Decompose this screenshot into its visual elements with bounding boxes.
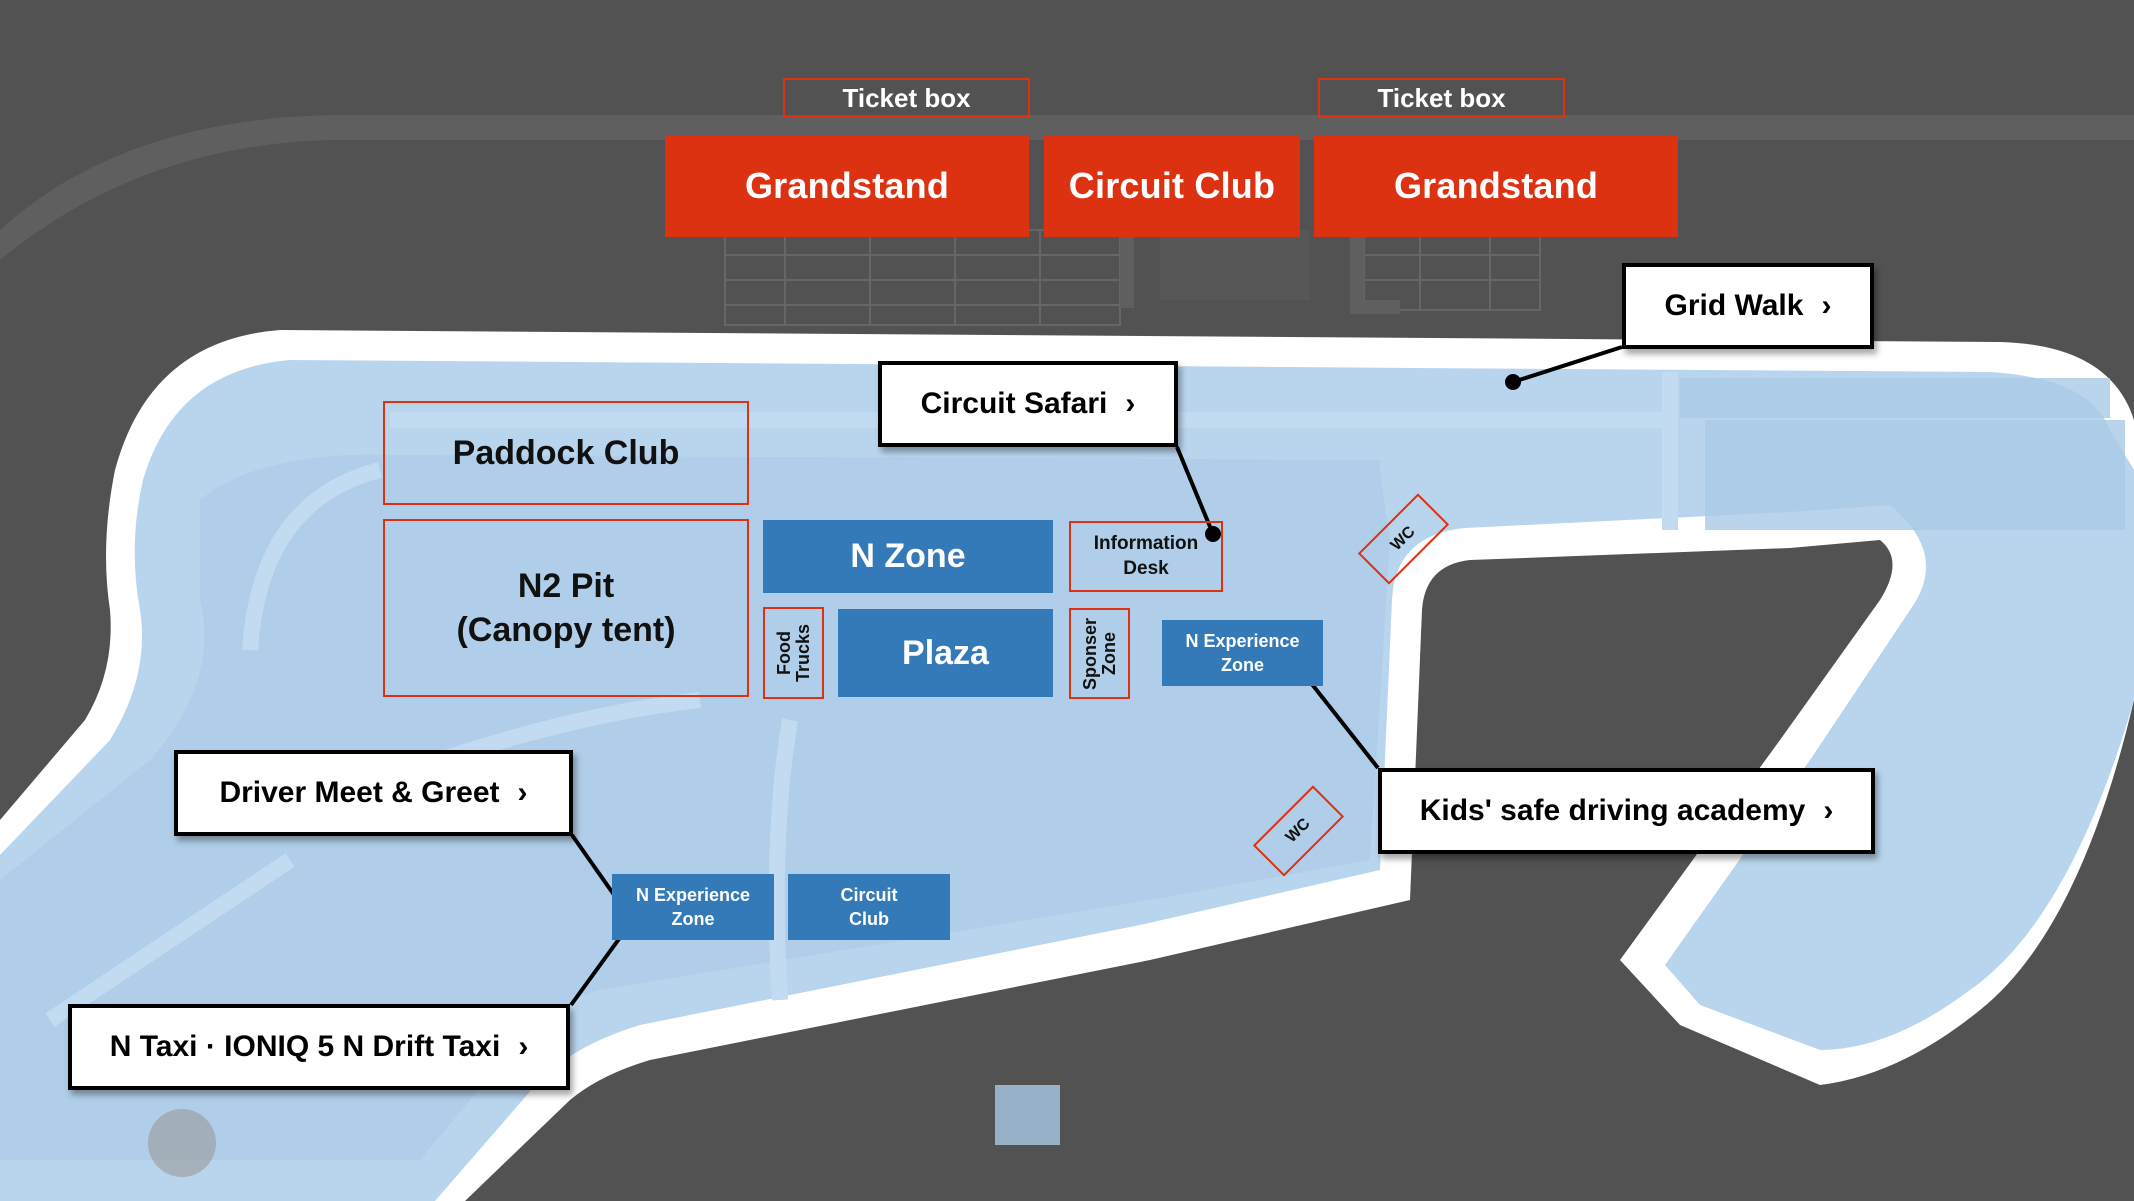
circuit-safari-callout[interactable]: Circuit Safari › — [878, 361, 1178, 447]
information-desk-line1: Information — [1093, 532, 1199, 554]
structure — [1160, 230, 1310, 300]
n-experience-zone-east-line1: N Experience — [1185, 630, 1300, 651]
n-zone-label: N Zone — [850, 537, 966, 575]
n-experience-zone-south[interactable]: N Experience Zone — [612, 874, 774, 940]
circuit-safari-label: Circuit Safari — [920, 387, 1108, 420]
driver-meet-greet-label: Driver Meet & Greet — [219, 776, 500, 809]
grandstand-east[interactable]: Grandstand — [1314, 135, 1678, 237]
food-trucks-zone[interactable]: Food Trucks — [763, 607, 824, 699]
circuit-club-south[interactable]: Circuit Club — [788, 874, 950, 940]
chevron-right-icon: › — [1823, 794, 1834, 827]
n-taxi-label: N Taxi · IONIQ 5 N Drift Taxi — [109, 1030, 501, 1063]
n-experience-zone-south-line2: Zone — [671, 909, 715, 929]
ticket-box-west-label: Ticket box — [842, 82, 971, 113]
roundabout — [148, 1109, 216, 1177]
grandstand-east-label: Grandstand — [1393, 165, 1599, 206]
ticket-box-east-label: Ticket box — [1377, 82, 1506, 113]
chevron-right-icon: › — [1821, 289, 1832, 322]
pillar — [1120, 230, 1134, 308]
sponser-zone-label: Sponser Zone — [1079, 610, 1119, 697]
circuit-club-south-line1: Circuit — [840, 884, 898, 905]
sponser-zone[interactable]: Sponser Zone — [1069, 608, 1130, 699]
circuit-club-north[interactable]: Circuit Club — [1044, 135, 1300, 237]
grid-walk-marker — [1505, 374, 1521, 390]
plaza-label: Plaza — [902, 633, 989, 672]
grid-walk-label: Grid Walk — [1664, 289, 1804, 322]
circuit-club-north-label: Circuit Club — [1068, 165, 1276, 206]
n2-pit-label-line1: N2 Pit — [517, 566, 615, 605]
n2-pit-zone[interactable]: N2 Pit (Canopy tent) — [383, 519, 749, 697]
plaza-zone[interactable]: Plaza — [838, 609, 1053, 697]
food-trucks-label-line1: Food — [773, 631, 794, 675]
circuit-map: Ticket box Ticket box Grandstand Circuit… — [0, 0, 2134, 1201]
ticket-box-west: Ticket box — [783, 78, 1030, 118]
sponser-zone-label-line1: Sponser — [1079, 617, 1100, 690]
n2-pit-label-line2: (Canopy tent) — [456, 611, 676, 649]
grandstand-west-label: Grandstand — [744, 165, 950, 206]
n-taxi-callout[interactable]: N Taxi · IONIQ 5 N Drift Taxi › — [68, 1004, 570, 1090]
kids-academy-callout[interactable]: Kids' safe driving academy › — [1378, 768, 1875, 854]
kids-academy-label: Kids' safe driving academy — [1419, 794, 1806, 827]
wc-north-label: WC — [1387, 523, 1419, 555]
chevron-right-icon: › — [1125, 387, 1136, 420]
information-desk-line2: Desk — [1123, 557, 1169, 579]
driver-meet-greet-callout[interactable]: Driver Meet & Greet › — [174, 750, 573, 836]
paddock-club-zone[interactable]: Paddock Club — [383, 401, 749, 505]
chevron-right-icon: › — [517, 776, 528, 809]
ticket-box-east: Ticket box — [1318, 78, 1565, 118]
chevron-right-icon: › — [518, 1030, 529, 1063]
food-trucks-label: Food Trucks — [773, 609, 813, 697]
grandstand-west[interactable]: Grandstand — [665, 135, 1029, 237]
information-desk[interactable]: Information Desk — [1069, 521, 1223, 592]
food-trucks-label-line2: Trucks — [792, 623, 813, 683]
n-experience-zone-east-line2: Zone — [1221, 655, 1264, 675]
sponser-zone-label-line2: Zone — [1098, 632, 1119, 675]
n-zone[interactable]: N Zone — [763, 520, 1053, 593]
n-experience-zone-east[interactable]: N Experience Zone — [1162, 620, 1323, 686]
paddock-club-label: Paddock Club — [452, 433, 680, 472]
circuit-club-south-line2: Club — [849, 909, 889, 929]
grid-walk-callout[interactable]: Grid Walk › — [1622, 263, 1874, 349]
wc-south-label: WC — [1282, 815, 1314, 847]
n-experience-zone-south-line1: N Experience — [635, 884, 751, 905]
